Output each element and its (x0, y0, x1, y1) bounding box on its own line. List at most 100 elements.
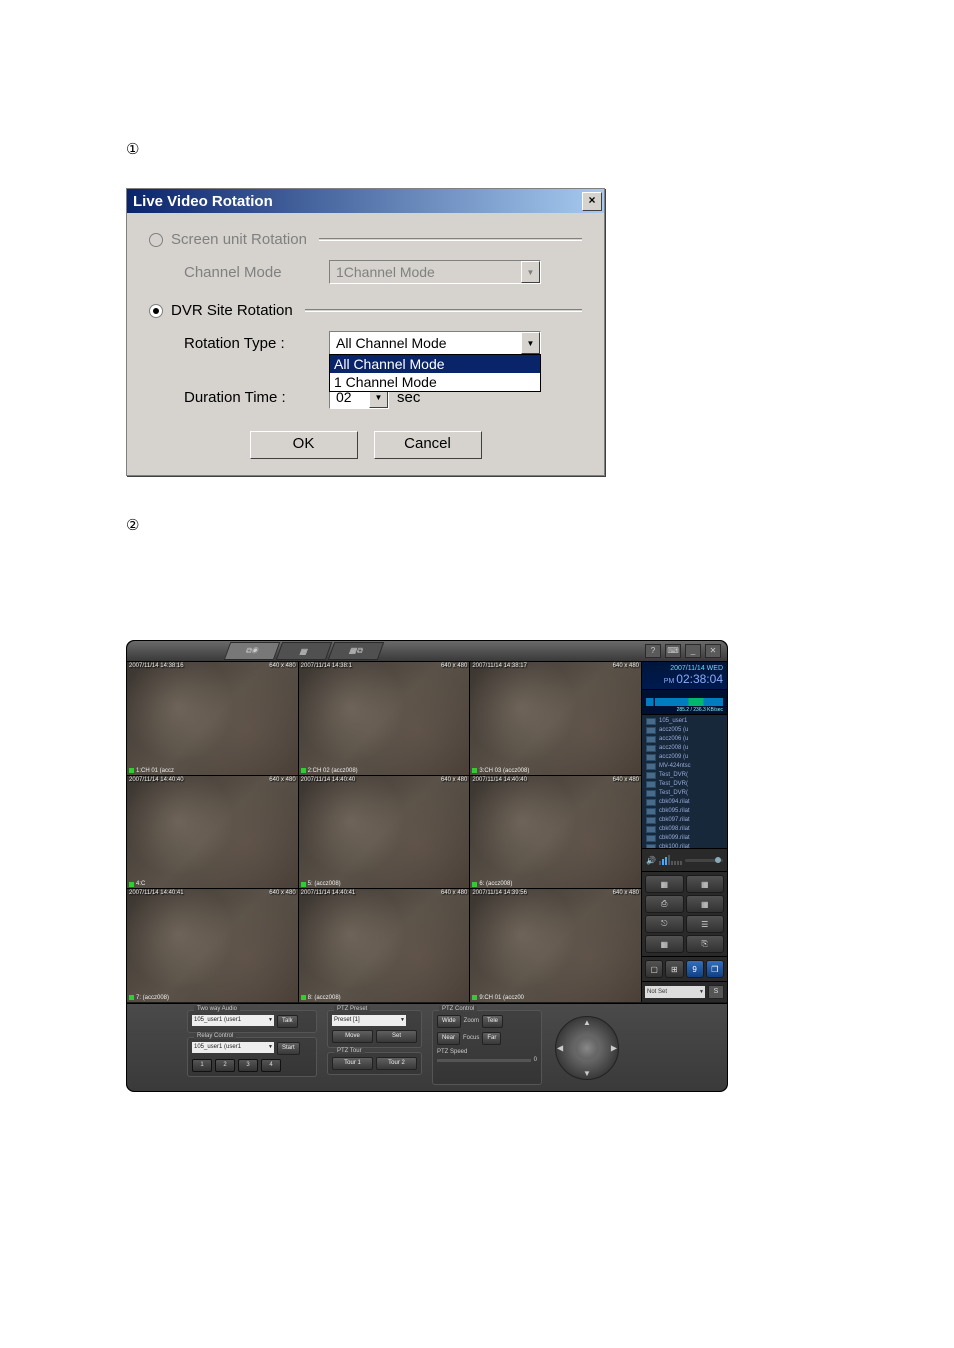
camera-tile[interactable]: 2007/11/14 14:40:41640 x 4808: (accz008) (299, 889, 470, 1002)
ptz-preset-combo[interactable]: Preset [1] (332, 1015, 406, 1026)
volume-slider[interactable] (685, 859, 723, 862)
dvr-list-item[interactable]: MV-424ntsc (642, 762, 727, 771)
ok-button[interactable]: OK (250, 431, 358, 459)
relay-combo[interactable]: 105_user1 (user1 (192, 1042, 274, 1053)
layout-button[interactable]: 9 (686, 960, 704, 978)
side-tool-button[interactable]: ▦ (645, 875, 684, 893)
near-button[interactable]: Near (437, 1032, 460, 1045)
status-dot-icon (129, 995, 134, 1000)
relay-button-2[interactable]: 2 (215, 1059, 235, 1072)
side-tool-button[interactable]: ▦ (686, 895, 725, 913)
minimize-icon[interactable]: _ (685, 644, 701, 658)
dvr-list-item[interactable]: accz006 (u (642, 735, 727, 744)
ptz-up-icon[interactable]: ▲ (583, 1018, 591, 1027)
dvr-list-item[interactable]: cbk094.rilat (642, 798, 727, 807)
focus-label: Focus (463, 1032, 479, 1045)
start-button[interactable]: Start (277, 1042, 300, 1055)
ptz-center-button[interactable] (576, 1037, 598, 1059)
camera-tile[interactable]: 2007/11/14 14:39:56640 x 4809:CH 01 (acc… (470, 889, 641, 1002)
dvr-list-item[interactable]: Test_DVR( (642, 789, 727, 798)
dvr-list-item[interactable]: accz009 (u (642, 753, 727, 762)
set-button[interactable]: Set (376, 1030, 417, 1043)
status-dot-icon (129, 768, 134, 773)
clock-ampm: PM (664, 678, 675, 685)
side-tool-button[interactable]: ⎘ (686, 935, 725, 953)
side-tool-button[interactable]: ⎋ (645, 915, 684, 933)
side-tool-button[interactable]: ▦ (686, 875, 725, 893)
side-tool-button[interactable]: ☰ (686, 915, 725, 933)
dvr-site-list[interactable]: 105_user1accz005 (uaccz006 (uaccz008 (ua… (642, 715, 727, 848)
dvr-list-item[interactable]: cbk099.rilat (642, 834, 727, 843)
relay-button-1[interactable]: 1 (192, 1059, 212, 1072)
chevron-down-icon[interactable]: ▼ (521, 332, 540, 354)
speaker-icon[interactable]: 🔊 (646, 856, 656, 865)
layout-button[interactable]: ❐ (706, 960, 724, 978)
side-tool-button[interactable]: ▦ (645, 935, 684, 953)
side-preset-combo[interactable]: Not Set (645, 986, 705, 998)
dvr-list-item[interactable]: accz005 (u (642, 726, 727, 735)
dvr-list-item[interactable]: Test_DVR( (642, 771, 727, 780)
camera-label: 4:C (129, 881, 145, 887)
side-s-button[interactable]: S (708, 985, 724, 999)
keyboard-icon[interactable]: ⌨ (665, 644, 681, 658)
camera-tile[interactable]: 2007/11/14 14:38:1640 x 4802:CH 02 (accz… (299, 662, 470, 775)
tour1-button[interactable]: Tour 1 (332, 1057, 373, 1070)
relay-button-3[interactable]: 3 (238, 1059, 258, 1072)
camera-resolution: 640 x 480 (613, 890, 639, 896)
cms-topbar: ⧉◉ ▦ ▦⧉ ? ⌨ _ ✕ (127, 641, 727, 662)
camera-tile[interactable]: 2007/11/14 14:38:16640 x 4801:CH 01 (acc… (127, 662, 298, 775)
wide-button[interactable]: Wide (437, 1015, 461, 1028)
close-icon[interactable]: ✕ (705, 644, 721, 658)
camera-tile[interactable]: 2007/11/14 14:40:40640 x 4806: (accz008) (470, 776, 641, 889)
ptz-down-icon[interactable]: ▼ (583, 1069, 591, 1078)
rotation-type-combo[interactable]: All Channel Mode ▼ All Channel Mode 1 Ch… (329, 331, 541, 355)
ptz-speed-slider[interactable] (437, 1059, 531, 1062)
graph-line-icon (646, 698, 723, 706)
radio-dot-icon (153, 308, 159, 314)
close-button[interactable]: × (582, 192, 602, 211)
ptz-speed-value: 0 (534, 1057, 537, 1063)
camera-tile[interactable]: 2007/11/14 14:40:40640 x 4804:C (127, 776, 298, 889)
layout-button[interactable]: ▢ (645, 960, 663, 978)
dvr-list-item[interactable]: accz008 (u (642, 744, 727, 753)
screen-unit-rotation-radio[interactable] (149, 233, 163, 247)
dvr-list-item[interactable]: Test_DVR( (642, 780, 727, 789)
cms-application-window: ⧉◉ ▦ ▦⧉ ? ⌨ _ ✕ 2007/11/14 14:38:16640 x… (126, 640, 728, 1092)
dvr-list-item[interactable]: 105_user1 (642, 717, 727, 726)
talk-button[interactable]: Talk (277, 1015, 298, 1028)
two-way-audio-panel: Two way Audio 105_user1 (user1 Talk (187, 1010, 317, 1033)
side-tool-button[interactable]: ⎙ (645, 895, 684, 913)
dvr-list-item[interactable]: cbk097.rilat (642, 816, 727, 825)
ptz-speed-label: PTZ Speed (437, 1049, 537, 1055)
cms-tab-setup[interactable]: ▦⧉ (328, 642, 385, 660)
dvr-list-item[interactable]: cbk098.rilat (642, 825, 727, 834)
move-button[interactable]: Move (332, 1030, 373, 1043)
level-bars-icon (659, 855, 682, 865)
dropdown-option-1-channel[interactable]: 1 Channel Mode (330, 373, 540, 391)
dvr-list-item[interactable]: cbk095.rilat (642, 807, 727, 816)
camera-label: 5: (accz008) (301, 881, 341, 887)
tour2-button[interactable]: Tour 2 (376, 1057, 417, 1070)
channel-mode-value: 1Channel Mode (330, 264, 521, 280)
ptz-right-icon[interactable]: ▶ (611, 1043, 617, 1052)
ptz-dial-container: ▲ ▼ ◀ ▶ (552, 1010, 622, 1085)
cms-tab-search[interactable]: ▦ (276, 642, 333, 660)
help-icon[interactable]: ? (645, 644, 661, 658)
relay-button-4[interactable]: 4 (261, 1059, 281, 1072)
cms-tab-live[interactable]: ⧉◉ (224, 642, 281, 660)
camera-label: 9:CH 01 (accz00 (472, 995, 524, 1001)
camera-tile[interactable]: 2007/11/14 14:40:40640 x 4805: (accz008) (299, 776, 470, 889)
camera-tile[interactable]: 2007/11/14 14:38:17640 x 4803:CH 03 (acc… (470, 662, 641, 775)
two-way-audio-combo[interactable]: 105_user1 (user1 (192, 1015, 274, 1026)
tele-button[interactable]: Tele (482, 1015, 503, 1028)
dropdown-option-all-channel[interactable]: All Channel Mode (330, 355, 540, 373)
camera-resolution: 640 x 480 (441, 890, 467, 896)
duration-time-label: Duration Time : (184, 389, 329, 406)
far-button[interactable]: Far (482, 1032, 501, 1045)
ptz-left-icon[interactable]: ◀ (557, 1043, 563, 1052)
cancel-button[interactable]: Cancel (374, 431, 482, 459)
status-dot-icon (301, 882, 306, 887)
layout-button[interactable]: ⊞ (665, 960, 683, 978)
camera-tile[interactable]: 2007/11/14 14:40:41640 x 4807: (accz008) (127, 889, 298, 1002)
dvr-site-rotation-radio[interactable] (149, 304, 163, 318)
